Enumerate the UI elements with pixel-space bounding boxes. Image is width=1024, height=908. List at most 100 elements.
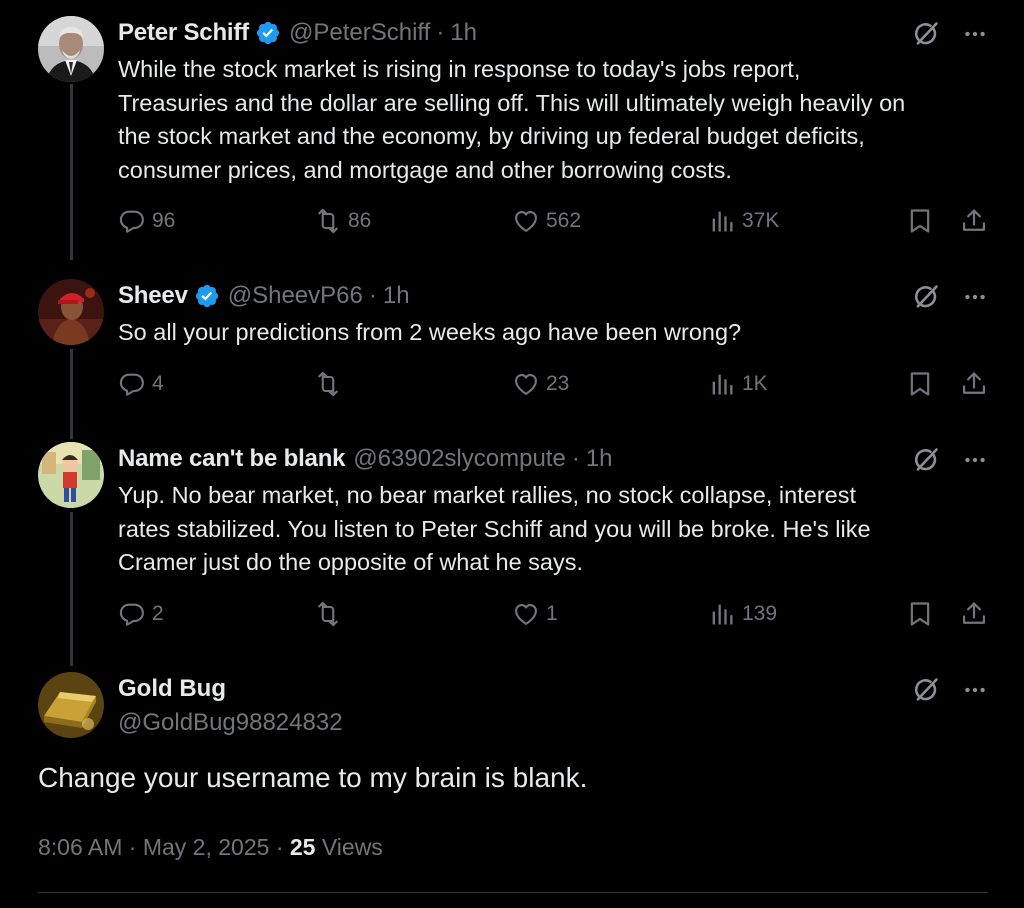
tweet-action-bar: 2 1 139	[118, 600, 988, 634]
reply-icon	[118, 600, 146, 628]
bookmark-icon	[906, 600, 934, 628]
reply-tweet-peter-schiff[interactable]: Peter Schiff @PeterSchiff · 1h While the…	[0, 0, 1024, 262]
avatar-peter-schiff[interactable]	[38, 16, 104, 82]
share-button[interactable]	[960, 370, 988, 398]
tweet-top-actions	[912, 20, 988, 48]
tweet-header: Peter Schiff @PeterSchiff · 1h	[118, 16, 477, 50]
bookmark-button[interactable]	[906, 207, 934, 235]
views-count: 37K	[742, 209, 780, 232]
timestamp[interactable]: 1h	[383, 282, 410, 310]
reply-button[interactable]: 2	[118, 600, 164, 628]
more-icon[interactable]	[962, 21, 988, 47]
main-tweet-header: Gold Bug @GoldBug98824832	[118, 672, 343, 740]
analytics-icon	[708, 370, 736, 398]
timestamp[interactable]: 1h	[450, 19, 477, 47]
reply-tweet-sheev[interactable]: Sheev @SheevP66 · 1h So all your predict…	[0, 263, 1024, 439]
analytics-icon	[708, 600, 736, 628]
conversation-thread: Peter Schiff @PeterSchiff · 1h While the…	[0, 0, 1024, 908]
more-icon[interactable]	[962, 447, 988, 473]
tweet-action-bar: 4 23 1K	[118, 370, 988, 404]
avatar-gold-bug[interactable]	[38, 672, 104, 738]
reply-tweet-name-cant-be-blank[interactable]: Name can't be blank @63902slycompute · 1…	[0, 426, 1024, 666]
repost-icon	[314, 207, 342, 235]
divider	[38, 892, 988, 893]
separator-dot: ·	[275, 834, 284, 860]
tweet-action-bar: 96 86 562 37K	[118, 207, 988, 241]
analytics-icon	[708, 207, 736, 235]
tweet-header: Sheev @SheevP66 · 1h	[118, 279, 410, 313]
tweet-header: Name can't be blank @63902slycompute · 1…	[118, 442, 613, 476]
views-count: 25	[289, 834, 316, 860]
heart-icon	[512, 370, 540, 398]
views-label: Views	[321, 834, 383, 860]
reply-button[interactable]: 96	[118, 207, 175, 235]
views-count: 139	[742, 602, 778, 625]
display-name[interactable]: Sheev	[118, 282, 188, 310]
display-name[interactable]: Name can't be blank	[118, 445, 346, 473]
repost-button[interactable]	[314, 600, 348, 628]
tweet-top-actions	[912, 283, 988, 311]
avatar-name-cant-be-blank[interactable]	[38, 442, 104, 508]
separator-dot: ·	[368, 282, 377, 309]
views-button[interactable]: 1K	[708, 370, 768, 398]
heart-icon	[512, 207, 540, 235]
bookmark-icon	[906, 207, 934, 235]
reply-icon	[118, 207, 146, 235]
repost-button[interactable]	[314, 370, 348, 398]
more-icon[interactable]	[962, 284, 988, 310]
tweet-text: So all your predictions from 2 weeks ago…	[118, 319, 742, 345]
views-count: 1K	[742, 372, 768, 395]
thread-connector-line	[70, 84, 73, 260]
verified-badge-icon	[194, 283, 220, 309]
more-icon[interactable]	[962, 677, 988, 703]
main-tweet-meta: 8:06 AM · May 2, 2025 · 25 Views	[38, 834, 383, 861]
user-handle[interactable]: @PeterSchiff	[289, 19, 430, 47]
verified-badge-icon	[255, 20, 281, 46]
reply-icon	[118, 370, 146, 398]
share-button[interactable]	[960, 207, 988, 235]
views-button[interactable]: 37K	[708, 207, 779, 235]
post-date[interactable]: May 2, 2025	[143, 834, 270, 860]
grok-icon[interactable]	[912, 20, 940, 48]
grok-icon[interactable]	[912, 283, 940, 311]
reply-count: 96	[152, 209, 176, 232]
avatar-sheev[interactable]	[38, 279, 104, 345]
post-time[interactable]: 8:06 AM	[38, 834, 122, 860]
separator-dot: ·	[571, 445, 580, 472]
bookmark-button[interactable]	[906, 370, 934, 398]
user-handle[interactable]: @SheevP66	[228, 282, 363, 310]
reply-count: 4	[152, 372, 164, 395]
like-button[interactable]: 23	[512, 370, 569, 398]
tweet-text: Yup. No bear market, no bear market rall…	[118, 482, 871, 575]
reply-button[interactable]: 4	[118, 370, 164, 398]
main-tweet-top-actions	[912, 676, 988, 704]
user-handle[interactable]: @GoldBug98824832	[118, 706, 343, 740]
bookmark-icon	[906, 370, 934, 398]
like-count: 23	[546, 372, 570, 395]
user-handle[interactable]: @63902slycompute	[353, 445, 565, 473]
grok-icon[interactable]	[912, 446, 940, 474]
display-name[interactable]: Peter Schiff	[118, 19, 249, 47]
thread-connector-line	[70, 512, 73, 666]
separator-dot: ·	[128, 834, 137, 860]
repost-button[interactable]: 86	[314, 207, 371, 235]
repost-count: 86	[348, 209, 372, 232]
timestamp[interactable]: 1h	[586, 445, 613, 473]
like-button[interactable]: 1	[512, 600, 558, 628]
bookmark-button[interactable]	[906, 600, 934, 628]
tweet-top-actions	[912, 446, 988, 474]
share-icon	[960, 600, 988, 628]
share-icon	[960, 207, 988, 235]
repost-icon	[314, 370, 342, 398]
like-button[interactable]: 562	[512, 207, 581, 235]
views-button[interactable]: 139	[708, 600, 777, 628]
heart-icon	[512, 600, 540, 628]
tweet-text: While the stock market is rising in resp…	[118, 56, 906, 183]
display-name[interactable]: Gold Bug	[118, 672, 343, 706]
repost-icon	[314, 600, 342, 628]
like-count: 562	[546, 209, 582, 232]
share-button[interactable]	[960, 600, 988, 628]
main-tweet-text: Change your username to my brain is blan…	[38, 762, 588, 793]
separator-dot: ·	[436, 19, 445, 46]
grok-icon[interactable]	[912, 676, 940, 704]
